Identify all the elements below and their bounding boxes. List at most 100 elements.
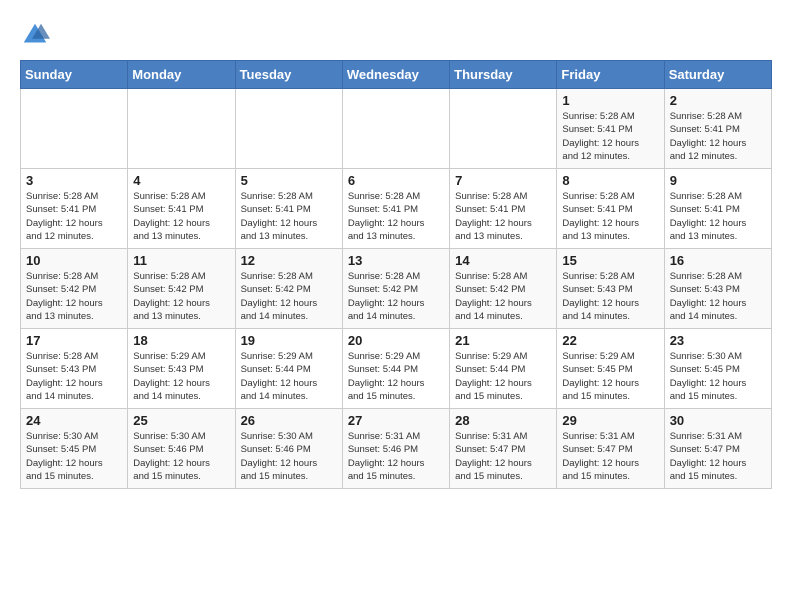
calendar-cell: 5 Sunrise: 5:28 AM Sunset: 5:41 PM Daylig… <box>235 169 342 249</box>
cell-info: Sunrise: 5:31 AM Sunset: 5:46 PM Dayligh… <box>348 430 444 483</box>
header-sunday: Sunday <box>21 61 128 89</box>
calendar-cell: 18 Sunrise: 5:29 AM Sunset: 5:43 PM Dayli… <box>128 329 235 409</box>
calendar-cell: 22 Sunrise: 5:29 AM Sunset: 5:45 PM Dayli… <box>557 329 664 409</box>
day-number: 10 <box>26 253 122 268</box>
cell-info: Sunrise: 5:28 AM Sunset: 5:42 PM Dayligh… <box>26 270 122 323</box>
calendar-cell: 15 Sunrise: 5:28 AM Sunset: 5:43 PM Dayli… <box>557 249 664 329</box>
calendar-cell: 9Sunrise: 5:28 AM Sunset: 5:41 PM Daylig… <box>664 169 771 249</box>
header-tuesday: Tuesday <box>235 61 342 89</box>
calendar-cell: 7 Sunrise: 5:28 AM Sunset: 5:41 PM Daylig… <box>450 169 557 249</box>
day-number: 4 <box>133 173 229 188</box>
cell-info: Sunrise: 5:28 AM Sunset: 5:41 PM Dayligh… <box>562 190 658 243</box>
day-number: 30 <box>670 413 766 428</box>
day-number: 23 <box>670 333 766 348</box>
calendar-cell: 26 Sunrise: 5:30 AM Sunset: 5:46 PM Dayli… <box>235 409 342 489</box>
day-number: 27 <box>348 413 444 428</box>
cell-info: Sunrise: 5:28 AM Sunset: 5:41 PM Dayligh… <box>455 190 551 243</box>
day-number: 29 <box>562 413 658 428</box>
cell-info: Sunrise: 5:28 AM Sunset: 5:43 PM Dayligh… <box>562 270 658 323</box>
day-number: 7 <box>455 173 551 188</box>
cell-info: Sunrise: 5:28 AM Sunset: 5:41 PM Dayligh… <box>670 190 766 243</box>
calendar-cell <box>342 89 449 169</box>
day-number: 26 <box>241 413 337 428</box>
calendar-header-row: SundayMondayTuesdayWednesdayThursdayFrid… <box>21 61 772 89</box>
cell-info: Sunrise: 5:30 AM Sunset: 5:46 PM Dayligh… <box>133 430 229 483</box>
header-saturday: Saturday <box>664 61 771 89</box>
calendar-cell <box>235 89 342 169</box>
cell-info: Sunrise: 5:28 AM Sunset: 5:41 PM Dayligh… <box>26 190 122 243</box>
calendar-cell: 20Sunrise: 5:29 AM Sunset: 5:44 PM Dayli… <box>342 329 449 409</box>
cell-info: Sunrise: 5:28 AM Sunset: 5:41 PM Dayligh… <box>670 110 766 163</box>
calendar-cell: 10 Sunrise: 5:28 AM Sunset: 5:42 PM Dayli… <box>21 249 128 329</box>
day-number: 14 <box>455 253 551 268</box>
calendar-cell: 17Sunrise: 5:28 AM Sunset: 5:43 PM Dayli… <box>21 329 128 409</box>
cell-info: Sunrise: 5:28 AM Sunset: 5:42 PM Dayligh… <box>455 270 551 323</box>
day-number: 18 <box>133 333 229 348</box>
day-number: 15 <box>562 253 658 268</box>
logo-icon <box>20 20 50 50</box>
cell-info: Sunrise: 5:29 AM Sunset: 5:43 PM Dayligh… <box>133 350 229 403</box>
day-number: 21 <box>455 333 551 348</box>
day-number: 22 <box>562 333 658 348</box>
calendar-cell: 14 Sunrise: 5:28 AM Sunset: 5:42 PM Dayli… <box>450 249 557 329</box>
calendar-cell: 12 Sunrise: 5:28 AM Sunset: 5:42 PM Dayli… <box>235 249 342 329</box>
calendar-cell: 1Sunrise: 5:28 AM Sunset: 5:41 PM Daylig… <box>557 89 664 169</box>
calendar-cell: 21 Sunrise: 5:29 AM Sunset: 5:44 PM Dayli… <box>450 329 557 409</box>
day-number: 1 <box>562 93 658 108</box>
day-number: 11 <box>133 253 229 268</box>
calendar-cell <box>21 89 128 169</box>
cell-info: Sunrise: 5:31 AM Sunset: 5:47 PM Dayligh… <box>562 430 658 483</box>
calendar-cell: 28Sunrise: 5:31 AM Sunset: 5:47 PM Dayli… <box>450 409 557 489</box>
day-number: 5 <box>241 173 337 188</box>
cell-info: Sunrise: 5:28 AM Sunset: 5:41 PM Dayligh… <box>133 190 229 243</box>
calendar-cell <box>450 89 557 169</box>
calendar-cell: 19 Sunrise: 5:29 AM Sunset: 5:44 PM Dayli… <box>235 329 342 409</box>
calendar-cell: 27 Sunrise: 5:31 AM Sunset: 5:46 PM Dayli… <box>342 409 449 489</box>
calendar-cell: 2 Sunrise: 5:28 AM Sunset: 5:41 PM Daylig… <box>664 89 771 169</box>
day-number: 12 <box>241 253 337 268</box>
calendar-cell: 30 Sunrise: 5:31 AM Sunset: 5:47 PM Dayli… <box>664 409 771 489</box>
calendar-cell: 16 Sunrise: 5:28 AM Sunset: 5:43 PM Dayli… <box>664 249 771 329</box>
day-number: 2 <box>670 93 766 108</box>
day-number: 16 <box>670 253 766 268</box>
day-number: 8 <box>562 173 658 188</box>
calendar-cell: 8 Sunrise: 5:28 AM Sunset: 5:41 PM Daylig… <box>557 169 664 249</box>
cell-info: Sunrise: 5:28 AM Sunset: 5:42 PM Dayligh… <box>348 270 444 323</box>
header-monday: Monday <box>128 61 235 89</box>
calendar-week-1: 1 Sunrise: 5:28 AM Sunset: 5:41 PM Daylig… <box>21 89 772 169</box>
cell-info: Sunrise: 5:28 AM Sunset: 5:41 PM Dayligh… <box>241 190 337 243</box>
cell-info: Sunrise: 5:29 AM Sunset: 5:45 PM Dayligh… <box>562 350 658 403</box>
day-number: 20 <box>348 333 444 348</box>
cell-info: Sunrise: 5:28 AM Sunset: 5:42 PM Dayligh… <box>241 270 337 323</box>
cell-info: Sunrise: 5:28 AM Sunset: 5:42 PM Dayligh… <box>133 270 229 323</box>
day-number: 25 <box>133 413 229 428</box>
calendar-table: SundayMondayTuesdayWednesdayThursdayFrid… <box>20 60 772 489</box>
day-number: 13 <box>348 253 444 268</box>
calendar-cell: 13 Sunrise: 5:28 AM Sunset: 5:42 PM Dayli… <box>342 249 449 329</box>
calendar-cell: 23 Sunrise: 5:30 AM Sunset: 5:45 PM Dayli… <box>664 329 771 409</box>
calendar-cell: 11 Sunrise: 5:28 AM Sunset: 5:42 PM Dayli… <box>128 249 235 329</box>
calendar-cell: 3Sunrise: 5:28 AM Sunset: 5:41 PM Daylig… <box>21 169 128 249</box>
cell-info: Sunrise: 5:28 AM Sunset: 5:43 PM Dayligh… <box>670 270 766 323</box>
header-friday: Friday <box>557 61 664 89</box>
cell-info: Sunrise: 5:29 AM Sunset: 5:44 PM Dayligh… <box>455 350 551 403</box>
header-wednesday: Wednesday <box>342 61 449 89</box>
calendar-cell: 29 Sunrise: 5:31 AM Sunset: 5:47 PM Dayli… <box>557 409 664 489</box>
logo <box>20 20 54 50</box>
cell-info: Sunrise: 5:30 AM Sunset: 5:45 PM Dayligh… <box>670 350 766 403</box>
calendar-week-4: 17Sunrise: 5:28 AM Sunset: 5:43 PM Dayli… <box>21 329 772 409</box>
cell-info: Sunrise: 5:29 AM Sunset: 5:44 PM Dayligh… <box>241 350 337 403</box>
day-number: 24 <box>26 413 122 428</box>
day-number: 19 <box>241 333 337 348</box>
calendar-cell: 24 Sunrise: 5:30 AM Sunset: 5:45 PM Dayli… <box>21 409 128 489</box>
calendar-cell: 4 Sunrise: 5:28 AM Sunset: 5:41 PM Daylig… <box>128 169 235 249</box>
cell-info: Sunrise: 5:30 AM Sunset: 5:45 PM Dayligh… <box>26 430 122 483</box>
calendar-week-5: 24 Sunrise: 5:30 AM Sunset: 5:45 PM Dayli… <box>21 409 772 489</box>
day-number: 6 <box>348 173 444 188</box>
calendar-cell <box>128 89 235 169</box>
cell-info: Sunrise: 5:30 AM Sunset: 5:46 PM Dayligh… <box>241 430 337 483</box>
day-number: 17 <box>26 333 122 348</box>
cell-info: Sunrise: 5:31 AM Sunset: 5:47 PM Dayligh… <box>670 430 766 483</box>
day-number: 28 <box>455 413 551 428</box>
calendar-cell: 6Sunrise: 5:28 AM Sunset: 5:41 PM Daylig… <box>342 169 449 249</box>
